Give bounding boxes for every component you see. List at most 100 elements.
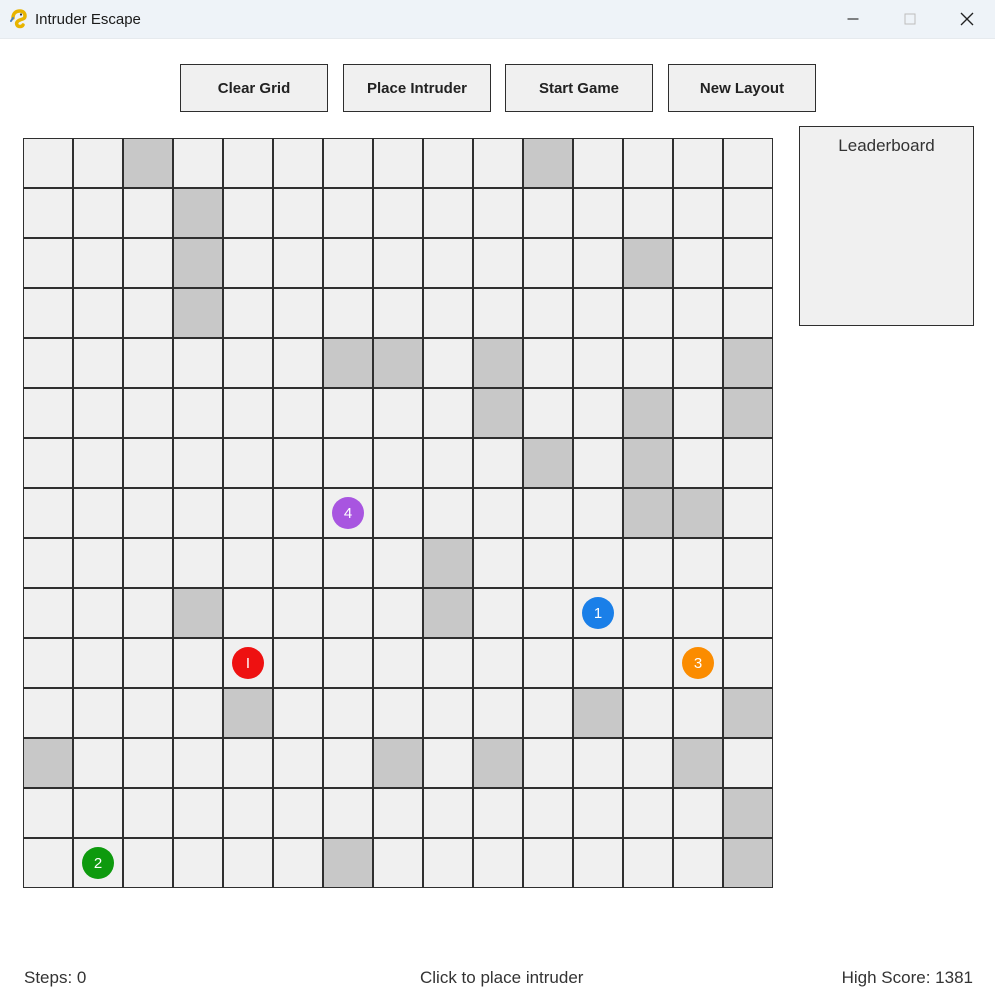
- grid-cell[interactable]: [273, 788, 323, 838]
- grid-cell[interactable]: [573, 288, 623, 338]
- grid-cell[interactable]: [523, 638, 573, 688]
- grid-cell[interactable]: [723, 438, 773, 488]
- grid-cell[interactable]: [323, 638, 373, 688]
- wall-cell[interactable]: [373, 738, 423, 788]
- wall-cell[interactable]: [173, 238, 223, 288]
- wall-cell[interactable]: [623, 438, 673, 488]
- grid-cell[interactable]: [223, 138, 273, 188]
- start-game-button[interactable]: Start Game: [505, 64, 653, 112]
- grid-cell[interactable]: [473, 788, 523, 838]
- grid-cell[interactable]: [323, 788, 373, 838]
- grid-cell[interactable]: [73, 538, 123, 588]
- place-intruder-button[interactable]: Place Intruder: [343, 64, 491, 112]
- grid-cell[interactable]: [23, 338, 73, 388]
- grid-cell[interactable]: [73, 588, 123, 638]
- grid-cell[interactable]: [473, 288, 523, 338]
- game-grid[interactable]: 4 1 I 3 2: [23, 138, 774, 889]
- grid-cell[interactable]: [73, 638, 123, 688]
- grid-cell[interactable]: [373, 638, 423, 688]
- grid-cell[interactable]: [723, 588, 773, 638]
- grid-cell[interactable]: [323, 438, 373, 488]
- grid-cell[interactable]: [123, 738, 173, 788]
- grid-cell[interactable]: [73, 688, 123, 738]
- grid-cell[interactable]: [173, 438, 223, 488]
- grid-cell[interactable]: [273, 388, 323, 438]
- grid-cell[interactable]: [673, 388, 723, 438]
- grid-cell[interactable]: [273, 188, 323, 238]
- grid-cell[interactable]: [423, 388, 473, 438]
- grid-cell[interactable]: [373, 788, 423, 838]
- grid-cell[interactable]: [23, 838, 73, 888]
- grid-cell[interactable]: [223, 788, 273, 838]
- grid-cell[interactable]: [123, 338, 173, 388]
- grid-cell[interactable]: [323, 138, 373, 188]
- grid-cell[interactable]: [523, 238, 573, 288]
- grid-cell[interactable]: [73, 488, 123, 538]
- grid-cell[interactable]: [23, 588, 73, 638]
- grid-cell[interactable]: [523, 588, 573, 638]
- grid-cell[interactable]: [573, 838, 623, 888]
- grid-cell[interactable]: [373, 238, 423, 288]
- grid-cell[interactable]: [423, 638, 473, 688]
- grid-cell[interactable]: [673, 588, 723, 638]
- wall-cell[interactable]: [173, 288, 223, 338]
- grid-cell[interactable]: [73, 238, 123, 288]
- grid-cell[interactable]: [23, 288, 73, 338]
- grid-cell[interactable]: [373, 288, 423, 338]
- grid-cell[interactable]: [73, 438, 123, 488]
- wall-cell[interactable]: [223, 688, 273, 738]
- minimize-button[interactable]: [824, 0, 882, 38]
- wall-cell[interactable]: [523, 438, 573, 488]
- grid-cell[interactable]: [123, 238, 173, 288]
- close-button[interactable]: [938, 0, 995, 38]
- grid-cell[interactable]: [123, 688, 173, 738]
- grid-cell[interactable]: [23, 188, 73, 238]
- grid-cell[interactable]: [273, 838, 323, 888]
- grid-cell[interactable]: [223, 838, 273, 888]
- grid-cell[interactable]: [23, 638, 73, 688]
- grid-cell[interactable]: [423, 338, 473, 388]
- grid-cell[interactable]: [273, 738, 323, 788]
- grid-cell[interactable]: [173, 838, 223, 888]
- grid-cell[interactable]: [223, 188, 273, 238]
- grid-cell[interactable]: [73, 188, 123, 238]
- grid-cell[interactable]: [673, 138, 723, 188]
- grid-cell[interactable]: [173, 688, 223, 738]
- grid-cell[interactable]: [723, 488, 773, 538]
- grid-cell[interactable]: [623, 638, 673, 688]
- grid-cell[interactable]: [323, 288, 373, 338]
- grid-cell[interactable]: [723, 188, 773, 238]
- grid-cell[interactable]: [273, 438, 323, 488]
- grid-cell[interactable]: [423, 788, 473, 838]
- grid-cell[interactable]: [223, 288, 273, 338]
- grid-cell[interactable]: [523, 838, 573, 888]
- grid-cell[interactable]: [573, 138, 623, 188]
- grid-cell[interactable]: [473, 838, 523, 888]
- grid-cell[interactable]: [673, 288, 723, 338]
- grid-cell[interactable]: [123, 788, 173, 838]
- grid-cell[interactable]: [323, 588, 373, 638]
- grid-cell[interactable]: [273, 488, 323, 538]
- grid-cell[interactable]: [573, 488, 623, 538]
- grid-cell[interactable]: [373, 838, 423, 888]
- wall-cell[interactable]: [723, 688, 773, 738]
- grid-cell[interactable]: [123, 838, 173, 888]
- grid-cell[interactable]: [623, 188, 673, 238]
- grid-cell[interactable]: [523, 188, 573, 238]
- wall-cell[interactable]: [323, 838, 373, 888]
- grid-cell[interactable]: [723, 738, 773, 788]
- wall-cell[interactable]: [623, 388, 673, 438]
- grid-cell[interactable]: [573, 188, 623, 238]
- grid-cell[interactable]: [173, 538, 223, 588]
- grid-cell[interactable]: [573, 788, 623, 838]
- wall-cell[interactable]: [623, 238, 673, 288]
- grid-cell[interactable]: [273, 588, 323, 638]
- grid-cell[interactable]: [223, 588, 273, 638]
- grid-cell[interactable]: [123, 188, 173, 238]
- grid-cell[interactable]: [173, 488, 223, 538]
- grid-cell[interactable]: [373, 388, 423, 438]
- grid-cell[interactable]: [73, 788, 123, 838]
- grid-cell[interactable]: [423, 238, 473, 288]
- grid-cell[interactable]: [73, 138, 123, 188]
- grid-cell[interactable]: [423, 438, 473, 488]
